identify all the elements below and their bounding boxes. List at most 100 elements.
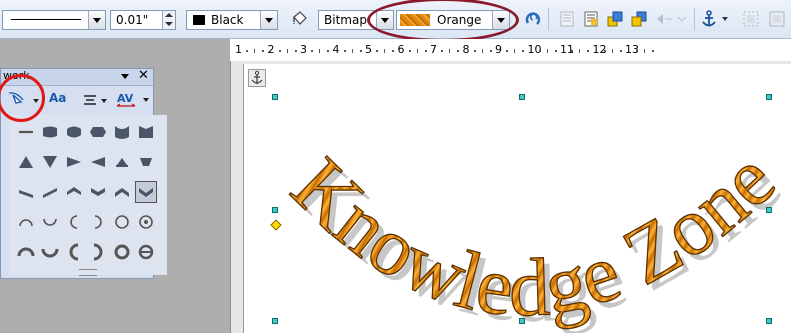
ruler-tick: [473, 50, 476, 52]
send-to-back-icon[interactable]: [630, 10, 648, 28]
fontwork-shape-option[interactable]: [17, 183, 35, 201]
fontwork-shape-option[interactable]: [41, 183, 59, 201]
annotation-oval: [367, 0, 519, 42]
fontwork-shape-option[interactable]: [41, 243, 59, 261]
rotate-icon[interactable]: [524, 10, 542, 28]
fontwork-shape-option[interactable]: [137, 153, 155, 171]
ruler-tick: [376, 50, 379, 52]
ruler-tick: [424, 50, 427, 52]
line-style-icon: [11, 19, 81, 20]
fontwork-shape-option[interactable]: [41, 123, 59, 141]
ungroup-icon[interactable]: [768, 10, 786, 28]
fontwork-shape-option[interactable]: [113, 153, 131, 171]
chevron-down-icon[interactable]: [260, 11, 277, 29]
ruler-tick: [311, 50, 314, 52]
letter-height-button[interactable]: Aa: [49, 91, 69, 111]
ruler-tick: [481, 49, 483, 53]
fontwork-shape-option[interactable]: [89, 183, 107, 201]
ruler-tick: [522, 50, 525, 52]
character-spacing-button[interactable]: AV: [115, 89, 151, 111]
ruler-tick: [506, 50, 509, 52]
fontwork-shape-option[interactable]: [89, 213, 107, 231]
group-icon[interactable]: [742, 10, 760, 28]
ruler-number: 1: [235, 43, 242, 56]
ruler-tick: [636, 50, 639, 52]
fontwork-shape-option[interactable]: [137, 123, 155, 141]
fontwork-shape-option[interactable]: [17, 153, 35, 171]
fontwork-shape-option[interactable]: [41, 153, 59, 171]
ruler-tick: [441, 50, 444, 52]
selection-handle[interactable]: [766, 94, 772, 100]
flip-icon[interactable]: [654, 10, 688, 28]
selection-handle[interactable]: [519, 94, 525, 100]
ruler-tick: [554, 50, 557, 52]
chevron-down-icon[interactable]: [88, 11, 105, 29]
fontwork-shape-option[interactable]: [113, 243, 131, 261]
ruler-number: 8: [462, 43, 470, 56]
ruler-number: 4: [332, 43, 340, 56]
fontwork-shape-option[interactable]: [17, 243, 35, 261]
ruler-number: 5: [365, 43, 372, 56]
fill-bucket-icon[interactable]: [290, 10, 308, 28]
ruler-tick: [514, 49, 516, 53]
ruler-tick: [538, 50, 541, 52]
fontwork-shape-option[interactable]: [113, 213, 131, 231]
fontwork-shape-option[interactable]: [89, 153, 107, 171]
pin-icon[interactable]: [121, 74, 129, 79]
bring-to-front-icon[interactable]: [606, 10, 624, 28]
separator: [548, 8, 549, 30]
selection-handle[interactable]: [272, 94, 278, 100]
resize-grip[interactable]: [79, 269, 97, 276]
ruler-tick: [392, 50, 395, 52]
ruler-number: 6: [397, 43, 405, 56]
fontwork-shape-option[interactable]: [65, 183, 83, 201]
horizontal-ruler[interactable]: 1 2 3 4 5 6 7 8 9 10 11 12 13: [230, 39, 791, 62]
ruler-tick: [359, 50, 362, 52]
fontwork-shape-option[interactable]: [17, 123, 35, 141]
fontwork-shape-option[interactable]: [89, 243, 107, 261]
ruler-tick: [546, 49, 548, 53]
ruler-tick: [246, 50, 249, 52]
svg-text:AV: AV: [117, 92, 134, 105]
text-frame-icon[interactable]: [582, 10, 600, 28]
fontwork-shape-option[interactable]: [17, 213, 35, 231]
fontwork-shape-option[interactable]: [65, 213, 83, 231]
align-icon[interactable]: [558, 10, 576, 28]
fontwork-shape-option[interactable]: [65, 243, 83, 261]
ruler-tick: [571, 50, 574, 52]
selection-handle[interactable]: [272, 207, 278, 213]
line-width-field[interactable]: 0.01": [110, 10, 176, 30]
ruler-tick: [278, 50, 281, 52]
ruler-tick: [579, 49, 581, 53]
line-style-select[interactable]: [2, 10, 106, 30]
line-color-value: Black: [211, 13, 244, 27]
fontwork-shape-option[interactable]: [89, 123, 107, 141]
fontwork-shape-option[interactable]: [113, 183, 131, 201]
fontwork-shape-option[interactable]: [65, 153, 83, 171]
ruler-tick: [408, 50, 411, 52]
ruler-tick: [619, 50, 622, 52]
ruler-tick: [384, 49, 386, 53]
selection-handle[interactable]: [766, 207, 772, 213]
fontwork-object[interactable]: Knowledge Zone Knowledge Zone: [258, 80, 791, 333]
fontwork-shape-option[interactable]: [113, 123, 131, 141]
wordart-text: Knowledge Zone: [274, 133, 791, 333]
selection-handle[interactable]: [272, 318, 278, 324]
line-width-spinner[interactable]: [162, 11, 175, 29]
ruler-tick: [611, 49, 613, 53]
line-color-select[interactable]: Black: [186, 10, 278, 30]
fontwork-shape-option[interactable]: [135, 181, 157, 203]
ruler-tick: [343, 50, 346, 52]
area-style-value: Bitmap: [324, 13, 367, 27]
alignment-button[interactable]: [81, 91, 113, 111]
selection-handle[interactable]: [766, 318, 772, 324]
selection-handle[interactable]: [519, 318, 525, 324]
fontwork-shape-option[interactable]: [65, 123, 83, 141]
ruler-number: 2: [267, 43, 275, 56]
ruler-number: 9: [495, 43, 502, 56]
fontwork-shape-option[interactable]: [137, 213, 155, 231]
fontwork-shape-option[interactable]: [137, 243, 155, 261]
close-icon[interactable]: ✕: [138, 68, 149, 83]
fontwork-shape-option[interactable]: [41, 213, 59, 231]
anchor-icon[interactable]: [700, 10, 730, 28]
